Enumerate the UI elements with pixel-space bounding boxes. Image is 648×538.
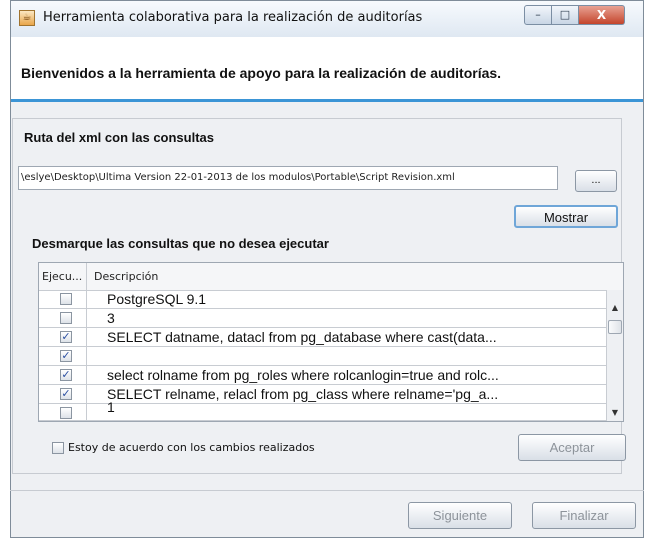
show-button[interactable]: Mostrar [514,205,618,228]
close-button[interactable]: X [579,5,625,25]
execute-cell: ✓ [39,366,87,384]
row-checkbox[interactable]: ✓ [60,388,72,400]
agreement-checkbox[interactable] [52,442,64,454]
execute-cell [39,290,87,308]
row-checkbox[interactable]: ✓ [60,350,72,362]
header-panel: Bienvenidos a la herramienta de apoyo pa… [11,37,643,99]
row-checkbox[interactable] [60,312,72,324]
row-checkbox[interactable]: ✓ [60,369,72,381]
table-row[interactable]: PostgreSQL 9.1 [39,290,607,309]
table-row[interactable]: 1 [39,399,607,421]
browse-button[interactable]: ... [575,170,617,192]
row-checkbox[interactable] [60,407,72,419]
column-header-description[interactable]: Descripción [87,263,607,290]
table-row[interactable]: ✓ select rolname from pg_roles where rol… [39,366,607,385]
description-cell: select rolname from pg_roles where rolca… [107,367,499,383]
scroll-thumb[interactable] [608,320,622,334]
welcome-text: Bienvenidos a la herramienta de apoyo pa… [21,65,502,81]
table-header: Ejecu... Descripción [39,263,623,291]
execute-cell: ✓ [39,347,87,365]
xml-path-label: Ruta del xml con las consultas [24,130,214,145]
scroll-down-arrow-icon[interactable]: ▼ [607,405,623,421]
title-bar[interactable]: ☕ Herramienta colaborativa para la reali… [11,1,643,38]
window-title: Herramienta colaborativa para la realiza… [43,10,423,25]
java-cup-icon: ☕ [19,10,35,26]
agreement-label: Estoy de acuerdo con los cambios realiza… [68,441,315,454]
execute-cell: ✓ [39,385,87,403]
maximize-button[interactable]: □ [552,5,579,25]
footer-divider [10,490,644,491]
xml-path-field[interactable]: \eslye\Desktop\Ultima Version 22-01-2013… [18,166,558,190]
description-cell [107,347,601,365]
row-checkbox[interactable] [60,293,72,305]
table-row[interactable]: ✓ [39,347,607,366]
description-cell: SELECT datname, datacl from pg_database … [107,329,497,345]
execute-cell: ✓ [39,328,87,346]
table-row[interactable]: 3 [39,309,607,328]
execute-cell [39,309,87,327]
header-divider [11,99,643,102]
next-button[interactable]: Siguiente [408,502,512,529]
description-cell: PostgreSQL 9.1 [107,291,207,307]
accept-button[interactable]: Aceptar [518,434,626,461]
vertical-scrollbar[interactable]: ▲ ▼ [606,290,623,421]
queries-table[interactable]: Ejecu... Descripción PostgreSQL 9.1 3 ✓ … [38,262,624,422]
minimize-button[interactable]: – [524,5,552,25]
table-row[interactable]: ✓ SELECT datname, datacl from pg_databas… [39,328,607,347]
execute-cell [39,404,87,421]
scroll-up-arrow-icon[interactable]: ▲ [607,300,623,316]
column-header-execute[interactable]: Ejecu... [39,263,87,290]
queries-label: Desmarque las consultas que no desea eje… [32,236,329,251]
row-checkbox[interactable]: ✓ [60,331,72,343]
description-cell: 1 [107,399,115,415]
finish-button[interactable]: Finalizar [532,502,636,529]
description-cell: 3 [107,310,115,326]
